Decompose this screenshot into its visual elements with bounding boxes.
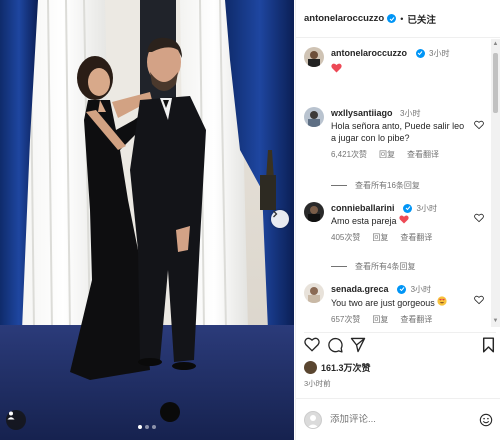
share-icon[interactable] [350,337,366,353]
post-photo [0,0,294,440]
post-side-panel: antonelaroccuzzo • 已关注 antonelaroccuzzo … [295,0,500,440]
tagged-users-button[interactable] [6,410,26,430]
add-comment-bar [296,398,500,440]
current-user-avatar [304,410,322,429]
replies-divider [331,185,347,186]
comments-scrollbar[interactable]: ▲ ▼ [491,39,500,327]
author-avatar[interactable] [304,47,324,67]
comment-likes[interactable]: 6,421次赞 [331,149,367,161]
comment-time: 3小时 [400,109,421,118]
like-comment-heart-icon[interactable] [474,213,484,223]
caption-username[interactable]: antonelaroccuzzo [331,48,407,58]
post-timestamp: 3小时前 [304,379,331,388]
view-replies-button[interactable]: 查看所有16条回复 [331,180,420,191]
commenter-avatar[interactable] [304,202,324,222]
carousel-dot [152,425,156,429]
reply-button[interactable]: 回复 [372,314,388,326]
verified-badge-icon [387,14,397,23]
like-comment-heart-icon[interactable] [474,295,484,305]
verified-badge-icon [403,203,413,213]
view-replies-button[interactable]: 查看所有4条回复 [331,261,415,272]
scroll-thumb[interactable] [493,53,498,113]
post-header: antonelaroccuzzo • 已关注 [296,0,500,38]
caption: antonelaroccuzzo 3小时 [304,47,488,76]
verified-badge-icon [415,48,425,58]
comment-username[interactable]: connieballarini [331,203,395,213]
comment-input[interactable] [330,414,479,425]
comment: connieballarini 3小时 Amo esta pareja 405次… [304,202,488,244]
comment-text: Hola señora anto, Puede salir leo a juga… [331,121,465,143]
comment-time: 3小时 [416,204,437,213]
chevron-right-icon [273,210,278,218]
translate-button[interactable]: 查看翻译 [407,149,439,161]
reply-button[interactable]: 回复 [379,149,395,161]
commenter-avatar[interactable] [304,107,324,127]
view-replies-label: 查看所有4条回复 [355,262,416,271]
carousel-indicator [138,425,156,429]
scroll-down-arrow-icon[interactable]: ▼ [492,318,499,325]
liker-avatar [304,361,317,374]
user-icon [7,411,15,420]
likes-count[interactable]: 161.3万次赞 [321,361,371,374]
following-button[interactable]: 已关注 [407,12,436,26]
carousel-dot [138,425,142,429]
comments-list[interactable]: antonelaroccuzzo 3小时 wxllysantiiago 3小时 … [296,39,492,327]
comment-text: You two are just gorgeous [331,298,435,308]
header-separator: • [400,13,404,24]
reply-button[interactable]: 回复 [372,232,388,244]
comment-likes[interactable]: 657次赞 [331,314,360,326]
comment-icon[interactable] [327,337,343,353]
caption-time: 3小时 [429,49,450,58]
red-heart-emoji-icon [331,63,342,73]
like-heart-icon[interactable] [304,337,320,352]
carousel-next-button[interactable] [271,210,289,228]
save-bookmark-icon[interactable] [482,337,495,353]
heart-eyes-emoji-icon [437,296,447,306]
like-comment-heart-icon[interactable] [474,120,484,130]
comment-text: Amo esta pareja [331,216,397,226]
comment-time: 3小时 [410,285,432,294]
commenter-avatar[interactable] [304,283,324,303]
comment-username[interactable]: senada.greca [331,284,389,294]
replies-divider [331,266,347,267]
comment-username[interactable]: wxllysantiiago [331,108,393,118]
likes-summary[interactable]: 161.3万次赞 [304,361,371,374]
verified-badge-icon [397,284,407,294]
author-username[interactable]: antonelaroccuzzo [304,13,384,24]
view-replies-label: 查看所有16条回复 [355,181,420,190]
post-actions [304,332,496,356]
instagram-post-dialog: antonelaroccuzzo • 已关注 antonelaroccuzzo … [0,0,500,440]
red-heart-emoji-icon [399,215,409,224]
comment: senada.greca 3小时 You two are just gorgeo… [304,283,488,326]
scroll-up-arrow-icon[interactable]: ▲ [492,41,499,48]
translate-button[interactable]: 查看翻译 [400,314,432,326]
comment: wxllysantiiago 3小时 Hola señora anto, Pue… [304,107,488,161]
carousel-dot [145,425,149,429]
emoji-picker-icon[interactable] [479,413,493,427]
translate-button[interactable]: 查看翻译 [400,232,432,244]
comment-likes[interactable]: 405次赞 [331,232,360,244]
post-media[interactable] [0,0,294,440]
